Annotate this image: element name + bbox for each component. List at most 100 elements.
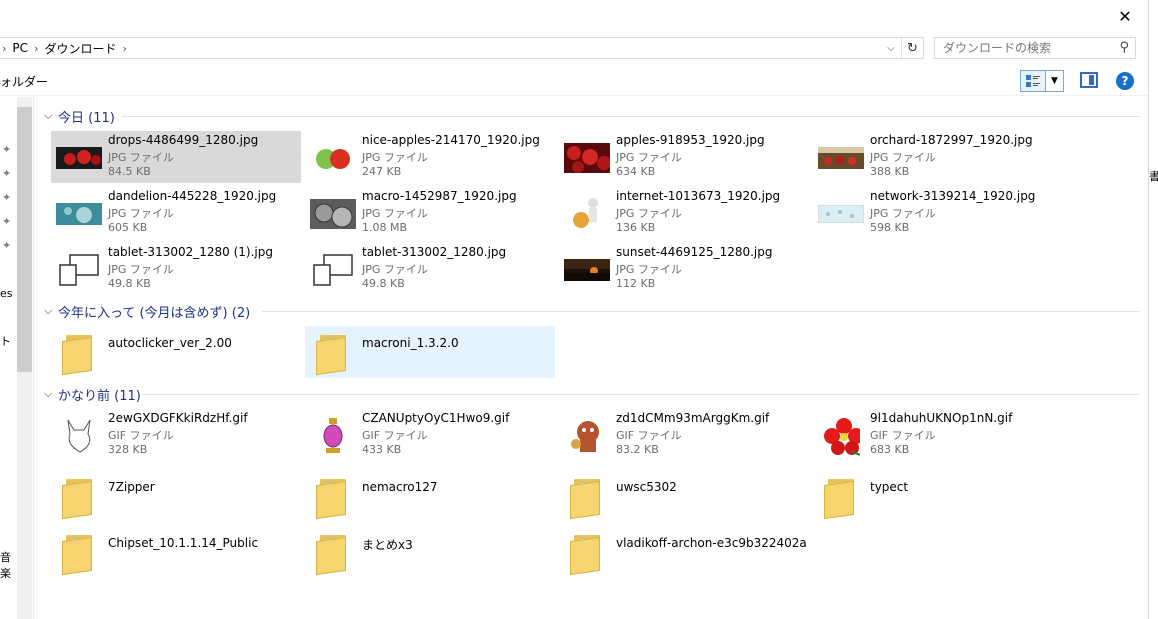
breadcrumb-downloads[interactable]: ダウンロード (40, 40, 120, 57)
folder-icon (55, 478, 103, 520)
image-thumbnail (55, 251, 103, 289)
nav-item-label[interactable]: es (0, 287, 17, 300)
file-name: tablet-313002_1280.jpg (362, 245, 507, 259)
file-size: 598 KB (870, 221, 910, 234)
file-item[interactable]: drops-4486499_1280.jpg JPG ファイル 84.5 KB (51, 131, 301, 183)
folder-item[interactable]: まとめx3 (305, 526, 555, 578)
image-thumbnail (817, 195, 865, 233)
image-thumbnail (563, 194, 611, 234)
file-item[interactable]: internet-1013673_1920.jpg JPG ファイル 136 K… (559, 187, 809, 239)
image-thumbnail (817, 139, 865, 177)
file-type: JPG ファイル (108, 263, 174, 276)
file-name: CZANUptyOyC1Hwo9.gif (362, 411, 510, 425)
folder-item[interactable]: nemacro127 (305, 470, 555, 522)
folder-name: Chipset_10.1.1.14_Public (108, 536, 259, 550)
file-item[interactable]: tablet-313002_1280 (1).jpg JPG ファイル 49.8… (51, 243, 301, 295)
folder-name: uwsc5302 (616, 480, 677, 494)
file-item[interactable]: sunset-4469125_1280.jpg JPG ファイル 112 KB (559, 243, 809, 295)
file-name: dandelion-445228_1920.jpg (108, 189, 277, 203)
refresh-button[interactable]: ↻ (901, 38, 923, 58)
breadcrumb-pc[interactable]: PC (8, 41, 32, 55)
file-type: JPG ファイル (362, 151, 428, 164)
close-button[interactable]: ✕ (1102, 0, 1148, 32)
folder-item[interactable]: typect (813, 470, 1063, 522)
group-header-long-ago[interactable]: ⌵ かなり前 (11) (44, 383, 141, 405)
nav-item-music[interactable]: 音楽 (0, 549, 17, 581)
folder-item[interactable]: 7Zipper (51, 470, 301, 522)
group-header-today[interactable]: ⌵ 今日 (11) (44, 105, 115, 127)
folder-icon (563, 534, 611, 576)
chevron-down-icon: ⌵ (44, 109, 53, 122)
file-type: JPG ファイル (616, 263, 682, 276)
file-size: 634 KB (616, 165, 656, 178)
file-name: sunset-4469125_1280.jpg (616, 245, 773, 259)
image-thumbnail (817, 417, 865, 456)
refresh-icon: ↻ (907, 40, 918, 56)
folder-item[interactable]: uwsc5302 (559, 470, 809, 522)
file-size: 136 KB (616, 221, 656, 234)
group-header-this-year[interactable]: ⌵ 今年に入って (今月は含めず) (2) (44, 300, 250, 322)
folder-name: macroni_1.3.2.0 (362, 336, 459, 350)
change-view-button[interactable] (1020, 70, 1046, 92)
file-item[interactable]: tablet-313002_1280.jpg JPG ファイル 49.8 KB (305, 243, 555, 295)
pin-icon: ✦ (2, 191, 12, 204)
file-item[interactable]: CZANUptyOyC1Hwo9.gif GIF ファイル 433 KB (305, 409, 555, 461)
view-options-dropdown[interactable]: ▼ (1046, 70, 1064, 92)
nav-scrollbar[interactable] (17, 97, 32, 619)
image-thumbnail (55, 417, 103, 455)
preview-pane-button[interactable] (1080, 72, 1098, 88)
file-size: 84.5 KB (108, 165, 151, 178)
chevron-right-icon[interactable]: › (120, 42, 128, 55)
file-item[interactable]: orchard-1872997_1920.jpg JPG ファイル 388 KB (813, 131, 1063, 183)
chevron-down-icon: ⌵ (44, 387, 53, 400)
file-size: 112 KB (616, 277, 656, 290)
file-item[interactable]: 9l1dahuhUKNOp1nN.gif GIF ファイル 683 KB (813, 409, 1063, 461)
file-size: 683 KB (870, 443, 910, 456)
help-button[interactable]: ? (1116, 72, 1134, 90)
file-item[interactable]: 2ewGXDGFKkiRdzHf.gif GIF ファイル 328 KB (51, 409, 301, 461)
file-item[interactable]: network-3139214_1920.jpg JPG ファイル 598 KB (813, 187, 1063, 239)
image-thumbnail (55, 195, 103, 233)
chevron-down-icon: ⌵ (44, 304, 53, 317)
image-thumbnail (309, 251, 357, 289)
image-thumbnail (309, 139, 357, 177)
new-folder-button[interactable]: ォルダー (0, 73, 48, 90)
image-thumbnail (563, 251, 611, 289)
image-thumbnail (309, 195, 357, 233)
folder-item[interactable]: vladikoff-archon-e3c9b322402a (559, 526, 809, 578)
file-type: JPG ファイル (108, 151, 174, 164)
address-history-dropdown[interactable]: ⌵ (883, 38, 899, 58)
folder-icon (309, 534, 357, 576)
file-size: 605 KB (108, 221, 148, 234)
file-type: JPG ファイル (362, 207, 428, 220)
search-input[interactable] (943, 41, 1113, 55)
group-label: 今日 (11) (58, 110, 115, 126)
folder-item[interactable]: autoclicker_ver_2.00 (51, 326, 301, 378)
file-name: nice-apples-214170_1920.jpg (362, 133, 540, 147)
search-box[interactable]: ⚲ (934, 37, 1136, 59)
file-type: GIF ファイル (870, 429, 936, 442)
file-item[interactable]: apples-918953_1920.jpg JPG ファイル 634 KB (559, 131, 809, 183)
close-icon: ✕ (1118, 6, 1132, 26)
address-bar[interactable]: › PC › ダウンロード › ⌵ ↻ (0, 37, 924, 59)
folder-icon (563, 478, 611, 520)
navigation-pane: ✦ ✦ ✦ ✦ ✦ es ト 音楽 (0, 97, 33, 619)
title-bar: ✕ (0, 0, 1148, 32)
folder-item[interactable]: Chipset_10.1.1.14_Public (51, 526, 301, 578)
folder-icon (309, 334, 357, 376)
file-name: 2ewGXDGFKkiRdzHf.gif (108, 411, 248, 425)
pin-icon: ✦ (2, 143, 12, 156)
file-name: apples-918953_1920.jpg (616, 133, 765, 147)
folder-item[interactable]: macroni_1.3.2.0 (305, 326, 555, 378)
file-item[interactable]: macro-1452987_1920.jpg JPG ファイル 1.08 MB (305, 187, 555, 239)
nav-scrollbar-thumb[interactable] (17, 107, 32, 372)
image-thumbnail (55, 139, 103, 177)
file-item[interactable]: zd1dCMm93mArggKm.gif GIF ファイル 83.2 KB (559, 409, 809, 461)
file-item[interactable]: dandelion-445228_1920.jpg JPG ファイル 605 K… (51, 187, 301, 239)
image-thumbnail (563, 139, 611, 177)
nav-item-label[interactable]: ト (0, 333, 17, 349)
chevron-right-icon: › (34, 41, 39, 55)
file-size: 83.2 KB (616, 443, 659, 456)
file-item[interactable]: nice-apples-214170_1920.jpg JPG ファイル 247… (305, 131, 555, 183)
file-type: GIF ファイル (362, 429, 428, 442)
